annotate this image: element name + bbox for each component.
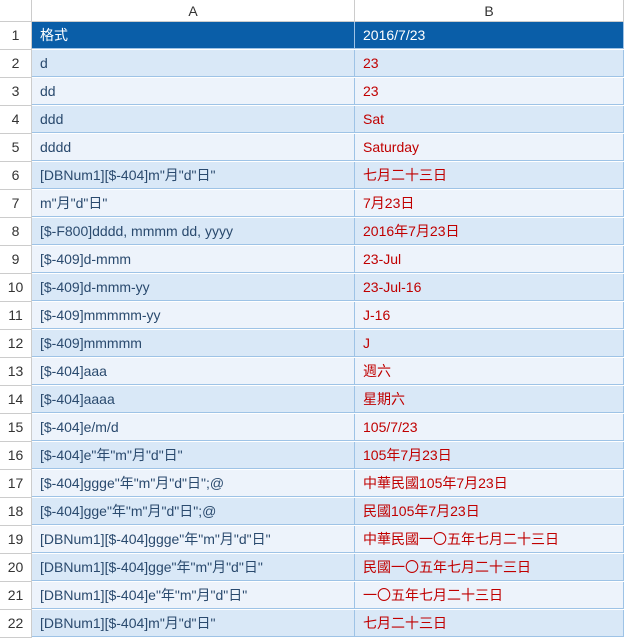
cell-A[interactable]: [DBNum1][$-404]m"月"d"日" bbox=[32, 610, 355, 637]
cell-B[interactable]: 23 bbox=[355, 50, 624, 77]
cell-B[interactable]: 2016年7月23日 bbox=[355, 218, 624, 245]
row-header[interactable]: 13 bbox=[0, 358, 32, 386]
header-cell-B[interactable]: 2016/7/23 bbox=[355, 22, 624, 49]
row-header[interactable]: 12 bbox=[0, 330, 32, 358]
row-header[interactable]: 3 bbox=[0, 78, 32, 106]
cell-A[interactable]: [DBNum1][$-404]ggge"年"m"月"d"日" bbox=[32, 526, 355, 553]
cell-B[interactable]: J bbox=[355, 330, 624, 357]
row-header[interactable]: 9 bbox=[0, 246, 32, 274]
row-header[interactable]: 14 bbox=[0, 386, 32, 414]
cell-B[interactable]: 105/7/23 bbox=[355, 414, 624, 441]
row-header[interactable]: 1 bbox=[0, 22, 32, 50]
cell-B[interactable]: 105年7月23日 bbox=[355, 442, 624, 469]
cell-B[interactable]: 七月二十三日 bbox=[355, 162, 624, 189]
cell-A[interactable]: [DBNum1][$-404]e"年"m"月"d"日" bbox=[32, 582, 355, 609]
row-header[interactable]: 7 bbox=[0, 190, 32, 218]
cell-A[interactable]: m"月"d"日" bbox=[32, 190, 355, 217]
column-header-B[interactable]: B bbox=[355, 0, 624, 22]
cell-A[interactable]: [DBNum1][$-404]m"月"d"日" bbox=[32, 162, 355, 189]
cell-A[interactable]: [DBNum1][$-404]gge"年"m"月"d"日" bbox=[32, 554, 355, 581]
cell-A[interactable]: d bbox=[32, 50, 355, 77]
cell-A[interactable]: [$-F800]dddd, mmmm dd, yyyy bbox=[32, 218, 355, 245]
cell-A[interactable]: ddd bbox=[32, 106, 355, 133]
row-header[interactable]: 16 bbox=[0, 442, 32, 470]
cell-B[interactable]: 一〇五年七月二十三日 bbox=[355, 582, 624, 609]
header-cell-A[interactable]: 格式 bbox=[32, 22, 355, 49]
cell-B[interactable]: 中華民國一〇五年七月二十三日 bbox=[355, 526, 624, 553]
cell-A[interactable]: [$-404]e"年"m"月"d"日" bbox=[32, 442, 355, 469]
cell-B[interactable]: 民國一〇五年七月二十三日 bbox=[355, 554, 624, 581]
cell-A[interactable]: dddd bbox=[32, 134, 355, 161]
cell-A[interactable]: [$-409]d-mmm-yy bbox=[32, 274, 355, 301]
cell-A[interactable]: [$-404]ggge"年"m"月"d"日";@ bbox=[32, 470, 355, 497]
cell-B[interactable]: 23 bbox=[355, 78, 624, 105]
row-header[interactable]: 19 bbox=[0, 526, 32, 554]
spreadsheet: A B 1 格式 2016/7/23 2 d 23 3 dd 23 4 ddd … bbox=[0, 0, 624, 638]
row-header[interactable]: 5 bbox=[0, 134, 32, 162]
row-header[interactable]: 15 bbox=[0, 414, 32, 442]
cell-B[interactable]: 星期六 bbox=[355, 386, 624, 413]
row-header[interactable]: 4 bbox=[0, 106, 32, 134]
row-header[interactable]: 18 bbox=[0, 498, 32, 526]
cell-A[interactable]: [$-409]d-mmm bbox=[32, 246, 355, 273]
row-header[interactable]: 8 bbox=[0, 218, 32, 246]
row-header[interactable]: 17 bbox=[0, 470, 32, 498]
column-header-A[interactable]: A bbox=[32, 0, 355, 22]
row-header[interactable]: 10 bbox=[0, 274, 32, 302]
cell-A[interactable]: [$-404]e/m/d bbox=[32, 414, 355, 441]
cell-A[interactable]: [$-409]mmmmm bbox=[32, 330, 355, 357]
cell-A[interactable]: dd bbox=[32, 78, 355, 105]
cell-B[interactable]: 七月二十三日 bbox=[355, 610, 624, 637]
cell-B[interactable]: 23-Jul bbox=[355, 246, 624, 273]
cell-B[interactable]: 民國105年7月23日 bbox=[355, 498, 624, 525]
cell-A[interactable]: [$-404]aaaa bbox=[32, 386, 355, 413]
row-header[interactable]: 21 bbox=[0, 582, 32, 610]
cell-A[interactable]: [$-404]gge"年"m"月"d"日";@ bbox=[32, 498, 355, 525]
cell-B[interactable]: 23-Jul-16 bbox=[355, 274, 624, 301]
cell-A[interactable]: [$-409]mmmmm-yy bbox=[32, 302, 355, 329]
cell-A[interactable]: [$-404]aaa bbox=[32, 358, 355, 385]
corner-cell[interactable] bbox=[0, 0, 32, 22]
cell-B[interactable]: 7月23日 bbox=[355, 190, 624, 217]
cell-B[interactable]: 週六 bbox=[355, 358, 624, 385]
cell-B[interactable]: Saturday bbox=[355, 134, 624, 161]
row-header[interactable]: 22 bbox=[0, 610, 32, 638]
row-header[interactable]: 6 bbox=[0, 162, 32, 190]
cell-B[interactable]: 中華民國105年7月23日 bbox=[355, 470, 624, 497]
cell-B[interactable]: J-16 bbox=[355, 302, 624, 329]
row-header[interactable]: 2 bbox=[0, 50, 32, 78]
cell-B[interactable]: Sat bbox=[355, 106, 624, 133]
row-header[interactable]: 20 bbox=[0, 554, 32, 582]
row-header[interactable]: 11 bbox=[0, 302, 32, 330]
